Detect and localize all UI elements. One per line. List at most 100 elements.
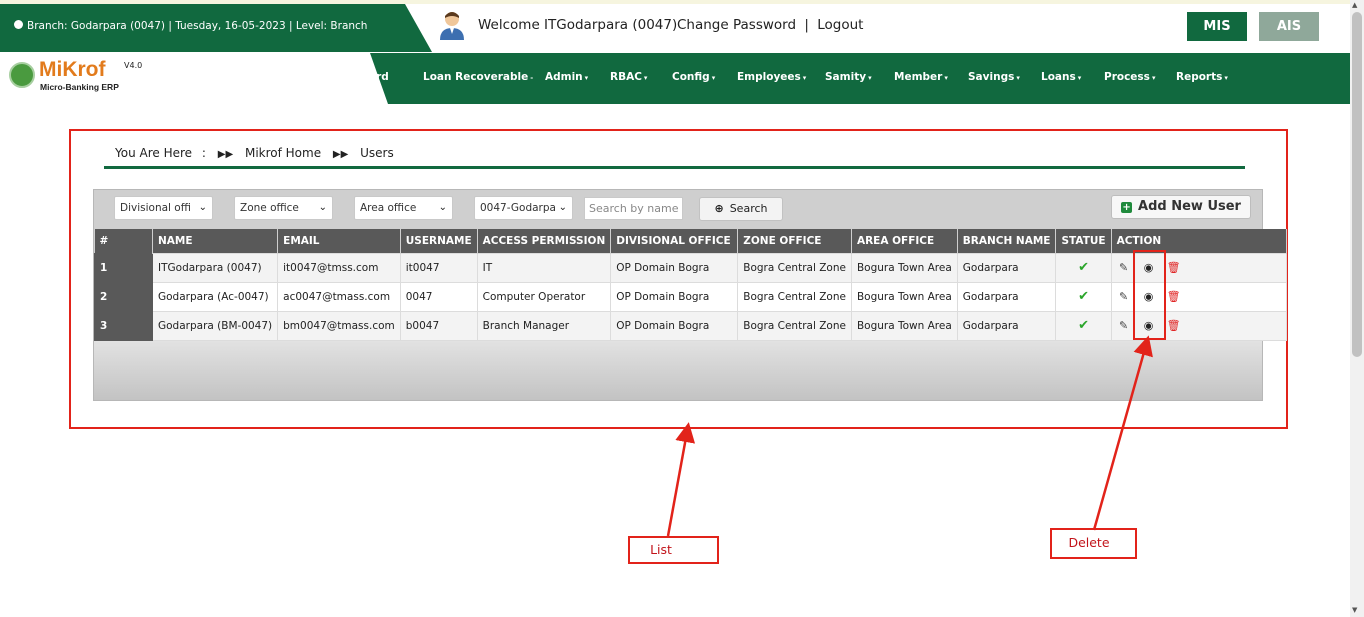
- col-header-status: STATUE: [1055, 229, 1112, 253]
- nav-item-loan-recoverable[interactable]: Loan Recoverable -: [423, 71, 533, 83]
- search-button[interactable]: ⊕ Search: [699, 197, 783, 221]
- logout-link[interactable]: Logout: [817, 17, 863, 33]
- trash-icon[interactable]: 🗑: [1167, 319, 1181, 332]
- nav-item-savings[interactable]: Savings ▾: [968, 71, 1020, 83]
- zone-office-select[interactable]: Zone office ⌄: [234, 196, 333, 220]
- nav-item-config[interactable]: Config ▾: [672, 71, 715, 83]
- check-icon: ✔: [1078, 289, 1089, 304]
- nav-item-process[interactable]: Process ▾: [1104, 71, 1155, 83]
- chevron-down-icon: ⌄: [558, 202, 567, 213]
- plus-icon: +: [1121, 202, 1133, 213]
- logo-version: V4.0: [124, 61, 143, 70]
- col-header-divisional-office: DIVISIONAL OFFICE: [610, 229, 739, 253]
- breadcrumb-home[interactable]: Mikrof Home: [245, 146, 321, 160]
- breadcrumb-current: Users: [360, 146, 394, 160]
- cell-status: ✔: [1055, 252, 1112, 283]
- col-header-username: USERNAME: [400, 229, 478, 253]
- link-separator: |: [804, 17, 809, 33]
- search-input[interactable]: Search by name: [584, 197, 683, 220]
- double-chevron-icon: ▶▶: [217, 149, 234, 160]
- breadcrumb-colon: :: [201, 146, 206, 160]
- scrollbar-thumb[interactable]: [1352, 12, 1362, 357]
- nav-item-dashboard[interactable]: ard: [369, 71, 389, 83]
- nav-item-rbac[interactable]: RBAC ▾: [610, 71, 647, 83]
- nav-item-samity[interactable]: Samity ▾: [825, 71, 872, 83]
- cell-email: it0047@tmss.com: [277, 252, 401, 283]
- breadcrumb: You Are Here : ▶▶ Mikrof Home ▶▶ Users: [115, 146, 394, 160]
- cell-branch-name: Godarpara: [956, 310, 1057, 341]
- globe-icon: [14, 20, 23, 29]
- logo-leaf-icon: [9, 62, 35, 88]
- cell-area-office: Bogura Town Area: [850, 252, 958, 283]
- cell-zone-office: Bogra Central Zone: [737, 252, 852, 283]
- col-header-zone-office: ZONE OFFICE: [737, 229, 852, 253]
- trash-icon[interactable]: 🗑: [1167, 261, 1181, 274]
- delete-highlight-box: [1133, 250, 1166, 340]
- nav-item-member[interactable]: Member ▾: [894, 71, 948, 83]
- table-row: 3 Godarpara (BM-0047) bm0047@tmass.com b…: [94, 310, 1287, 341]
- change-password-link[interactable]: Change Password: [677, 17, 796, 33]
- trash-icon[interactable]: 🗑: [1167, 290, 1181, 303]
- cell-name: Godarpara (BM-0047): [151, 310, 279, 341]
- cell-name: ITGodarpara (0047): [151, 252, 279, 283]
- panel-footer: [94, 341, 1262, 400]
- branch-select[interactable]: 0047-Godarpa ⌄: [474, 196, 573, 220]
- users-table: # NAME EMAIL USERNAME ACCESS PERMISSION …: [94, 229, 1287, 341]
- edit-icon[interactable]: ✎: [1117, 261, 1131, 274]
- nav-item-reports[interactable]: Reports ▾: [1176, 71, 1228, 83]
- row-index: 3: [94, 310, 153, 341]
- breadcrumb-underline: [104, 166, 1245, 169]
- col-header-area-office: AREA OFFICE: [851, 229, 958, 253]
- add-new-user-button[interactable]: + Add New User: [1111, 195, 1251, 219]
- nav-item-admin[interactable]: Admin ▾: [545, 71, 588, 83]
- ais-button[interactable]: AIS: [1259, 12, 1319, 41]
- edit-icon[interactable]: ✎: [1117, 290, 1131, 303]
- search-icon: ⊕: [714, 202, 724, 215]
- breadcrumb-prefix: You Are Here: [115, 146, 193, 160]
- cell-area-office: Bogura Town Area: [850, 310, 958, 341]
- list-arrow: [666, 422, 696, 537]
- account-links: Change Password | Logout: [677, 17, 863, 33]
- cell-divisional-office: OP Domain Bogra: [610, 281, 739, 312]
- cell-status: ✔: [1055, 281, 1112, 312]
- cell-name: Godarpara (Ac-0047): [151, 281, 279, 312]
- row-index: 2: [94, 281, 153, 312]
- top-strip: [0, 0, 1350, 4]
- cell-branch-name: Godarpara: [956, 281, 1057, 312]
- col-header-access-permission: ACCESS PERMISSION: [477, 229, 612, 253]
- cell-area-office: Bogura Town Area: [850, 281, 958, 312]
- cell-access-permission: Branch Manager: [476, 310, 612, 341]
- area-office-select[interactable]: Area office ⌄: [354, 196, 453, 220]
- logo-name[interactable]: MiKrof: [39, 58, 106, 82]
- branch-info-text: Branch: Godarpara (0047) | Tuesday, 16-0…: [27, 20, 368, 32]
- mis-button[interactable]: MIS: [1187, 12, 1247, 41]
- double-chevron-icon: ▶▶: [332, 149, 349, 160]
- scroll-up-icon[interactable]: ▲: [1352, 1, 1357, 9]
- table-row: 2 Godarpara (Ac-0047) ac0047@tmass.com 0…: [94, 281, 1287, 312]
- col-header-name: NAME: [152, 229, 279, 253]
- cell-zone-office: Bogra Central Zone: [737, 281, 852, 312]
- edit-icon[interactable]: ✎: [1117, 319, 1131, 332]
- cell-divisional-office: OP Domain Bogra: [610, 310, 739, 341]
- cell-access-permission: IT: [476, 252, 612, 283]
- cell-access-permission: Computer Operator: [476, 281, 612, 312]
- cell-username: 0047: [399, 281, 478, 312]
- logo-tagline: Micro-Banking ERP: [40, 82, 119, 92]
- cell-branch-name: Godarpara: [956, 252, 1057, 283]
- col-header-email: EMAIL: [277, 229, 401, 253]
- chevron-down-icon: ⌄: [198, 202, 207, 213]
- cell-email: bm0047@tmass.com: [277, 310, 401, 341]
- chevron-down-icon: ⌄: [438, 202, 447, 213]
- nav-item-loans[interactable]: Loans ▾: [1041, 71, 1081, 83]
- row-index: 1: [94, 252, 153, 283]
- table-row: 1 ITGodarpara (0047) it0047@tmss.com it0…: [94, 252, 1287, 283]
- delete-callout-label: Delete: [1068, 535, 1110, 550]
- cell-divisional-office: OP Domain Bogra: [610, 252, 739, 283]
- cell-zone-office: Bogra Central Zone: [737, 310, 852, 341]
- welcome-text: Welcome ITGodarpara (0047): [478, 17, 678, 33]
- check-icon: ✔: [1078, 260, 1089, 275]
- nav-item-employees[interactable]: Employees ▾: [737, 71, 806, 83]
- cell-username: it0047: [399, 252, 478, 283]
- scroll-down-icon[interactable]: ▼: [1352, 606, 1357, 614]
- divisional-office-select[interactable]: Divisional offi ⌄: [114, 196, 213, 220]
